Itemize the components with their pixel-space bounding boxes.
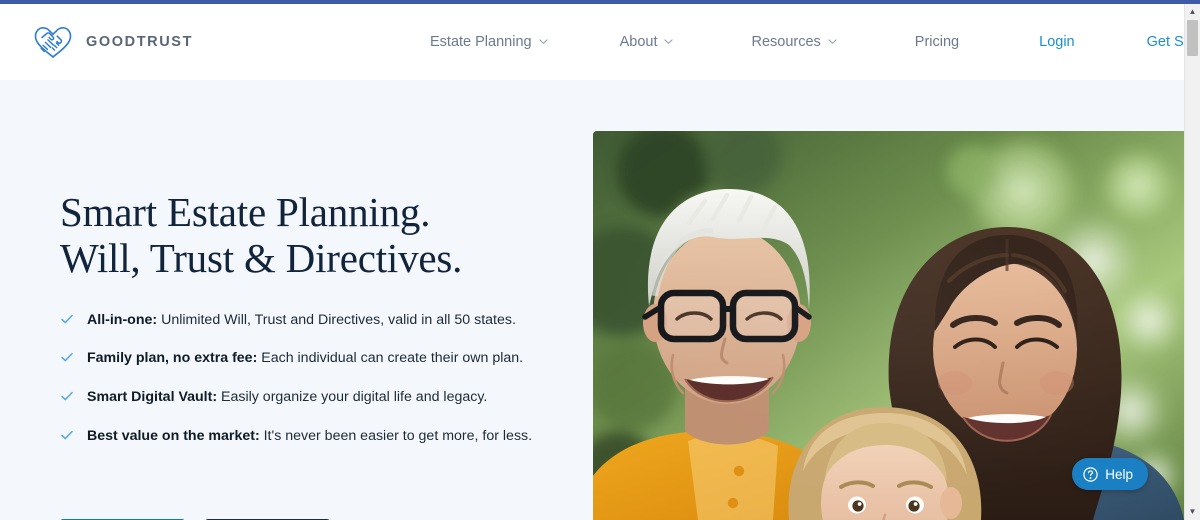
nav-item-label: Pricing xyxy=(914,34,960,50)
chevron-down-icon xyxy=(538,37,548,46)
help-widget-label: Help xyxy=(1105,466,1133,482)
brand-logo[interactable]: GOODTRUST xyxy=(32,25,193,59)
nav-item-label: Resources xyxy=(751,34,821,50)
list-item: Family plan, no extra fee: Each individu… xyxy=(60,348,540,370)
nav-item-login[interactable]: Login xyxy=(1039,34,1074,50)
nav-item-pricing[interactable]: Pricing xyxy=(915,34,959,50)
chevron-down-icon xyxy=(828,37,837,46)
headline-line-2: Will, Trust & Directives. xyxy=(60,234,463,281)
nav-item-label: Get Started xyxy=(1146,34,1184,50)
check-icon xyxy=(60,312,74,326)
nav-item-about[interactable]: About xyxy=(620,34,674,50)
handshake-heart-icon xyxy=(32,25,74,59)
main-navigation: Estate Planning About Resources Pricing … xyxy=(430,4,1184,80)
benefit-text: It's never been easier to get more, for … xyxy=(259,427,533,444)
benefit-lead: Family plan, no extra fee: xyxy=(87,350,258,367)
chevron-down-icon xyxy=(664,37,674,46)
scrollbar-down-arrow-icon[interactable]: ▼ xyxy=(1185,504,1200,520)
benefits-list: All-in-one: Unlimited Will, Trust and Di… xyxy=(60,310,540,447)
benefit-text: Unlimited Will, Trust and Directives, va… xyxy=(157,311,516,328)
question-circle-icon xyxy=(1083,466,1098,482)
scrollbar-thumb[interactable] xyxy=(1187,20,1198,56)
nav-item-get-started[interactable]: Get Started xyxy=(1147,34,1184,50)
benefit-lead: Best value on the market: xyxy=(87,427,260,444)
hero-section: Smart Estate Planning. Will, Trust & Dir… xyxy=(0,80,1184,520)
page-title: Smart Estate Planning. Will, Trust & Dir… xyxy=(60,189,540,282)
nav-item-estate-planning[interactable]: Estate Planning xyxy=(430,34,548,50)
list-item: Smart Digital Vault: Easily organize you… xyxy=(60,387,540,409)
page-viewport: GOODTRUST Estate Planning About Resource… xyxy=(0,4,1184,520)
benefit-lead: All-in-one: xyxy=(87,311,158,328)
benefit-text: Easily organize your digital life and le… xyxy=(217,388,488,405)
brand-name: GOODTRUST xyxy=(86,34,194,50)
check-icon xyxy=(60,428,74,442)
help-widget-button[interactable]: Help xyxy=(1072,458,1148,490)
page-scrollbar[interactable]: ▲ ▼ xyxy=(1184,4,1200,520)
browser-window: GOODTRUST Estate Planning About Resource… xyxy=(0,0,1200,520)
check-icon xyxy=(60,389,74,403)
nav-item-label: About xyxy=(619,34,658,50)
nav-item-resources[interactable]: Resources xyxy=(751,34,837,50)
check-icon xyxy=(60,350,74,364)
scrollbar-up-arrow-icon[interactable]: ▲ xyxy=(1185,4,1200,20)
benefit-lead: Smart Digital Vault: xyxy=(87,388,218,405)
benefit-text: Each individual can create their own pla… xyxy=(257,350,524,367)
site-header: GOODTRUST Estate Planning About Resource… xyxy=(0,4,1184,80)
nav-item-label: Login xyxy=(1039,34,1075,50)
list-item: Best value on the market: It's never bee… xyxy=(60,426,540,448)
hero-copy: Smart Estate Planning. Will, Trust & Dir… xyxy=(60,189,540,464)
list-item: All-in-one: Unlimited Will, Trust and Di… xyxy=(60,310,540,332)
headline-line-1: Smart Estate Planning. xyxy=(60,189,431,235)
nav-item-label: Estate Planning xyxy=(430,34,532,50)
